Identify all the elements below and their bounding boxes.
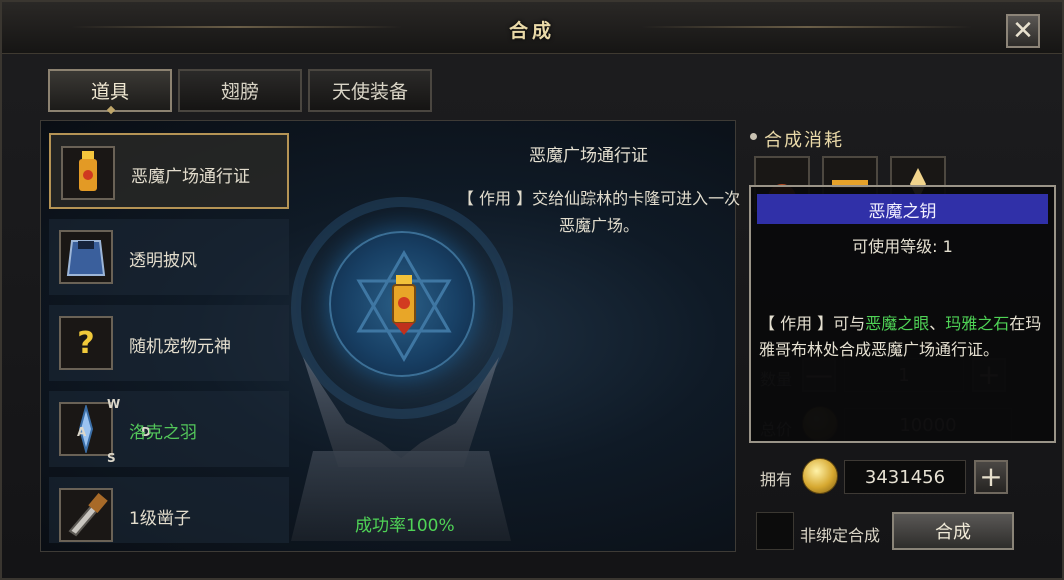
owned-gold-value: 3431456 (864, 466, 946, 488)
list-item[interactable]: ? 随机宠物元神 (49, 305, 289, 381)
item-tooltip: 恶魔之钥 可使用等级: 1 【 作用 】可与恶魔之眼、玛雅之石在玛雅哥布林处合成… (749, 185, 1056, 443)
list-item[interactable]: 恶魔广场通行证 (49, 133, 289, 209)
list-item[interactable]: 1级凿子 (49, 477, 289, 543)
plus-icon: + (979, 460, 1003, 493)
close-icon: ✕ (1012, 16, 1034, 46)
synthesize-button[interactable]: 合成 (892, 512, 1014, 550)
detail-description: 【 作用 】交给仙踪林的卡隆可进入一次恶魔广场。 (457, 189, 741, 235)
synthesize-button-label: 合成 (935, 522, 971, 543)
gold-coin-icon (802, 458, 838, 494)
chisel-icon (59, 488, 113, 542)
tab-wings[interactable]: 翅膀 (178, 69, 302, 112)
item-label: 洛克之羽 (129, 423, 197, 443)
owned-gold-field: 3431456 (844, 460, 966, 494)
magic-circle (329, 231, 475, 377)
tooltip-desc-prefix: 【 作用 】可与 (759, 314, 866, 333)
compass-west-label: A (77, 425, 87, 439)
pass-ticket-icon (392, 275, 416, 335)
unbound-synthesis-checkbox[interactable] (756, 512, 794, 550)
item-label: 恶魔广场通行证 (131, 167, 250, 187)
tab-label: 翅膀 (220, 81, 259, 103)
close-button[interactable]: ✕ (1006, 14, 1040, 48)
window-title: 合成 (508, 20, 555, 42)
detail-title: 恶魔广场通行证 (529, 146, 648, 166)
unbound-synthesis-label: 非绑定合成 (800, 526, 881, 545)
question-mark-icon: ? (59, 316, 113, 370)
tooltip-desc-separator: 、 (929, 314, 946, 333)
item-label: 随机宠物元神 (129, 337, 231, 357)
item-list: 恶魔广场通行证 透明披风 ? 随机宠物元神 W A D S 洛克之羽 1级凿子 (49, 129, 289, 543)
tooltip-highlight-stone: 玛雅之石 (945, 314, 1010, 333)
list-item[interactable]: 透明披风 (49, 219, 289, 295)
add-gold-button[interactable]: + (974, 460, 1008, 494)
ticket-scroll-icon (61, 146, 115, 200)
item-label: 透明披风 (129, 251, 197, 271)
active-tab-indicator (106, 105, 116, 115)
cape-icon (59, 230, 113, 284)
tab-label: 天使装备 (331, 81, 408, 103)
cost-title: 合成消耗 (764, 130, 844, 151)
owned-label: 拥有 (760, 470, 793, 489)
success-rate: 成功率100% (355, 516, 455, 536)
tooltip-level: 可使用等级: 1 (852, 237, 953, 256)
list-item[interactable]: W A D S 洛克之羽 (49, 391, 289, 467)
tab-angel-equipment[interactable]: 天使装备 (308, 69, 432, 112)
compass-south-label: S (107, 451, 116, 465)
compass-north-label: W (107, 397, 121, 411)
title-bar: 合成 ✕ (2, 2, 1062, 54)
tab-items[interactable]: 道具 (48, 69, 172, 115)
synthesis-main-panel: 恶魔广场通行证 透明披风 ? 随机宠物元神 W A D S 洛克之羽 1级凿子 … (40, 120, 740, 552)
synthesis-window: 合成 ✕ 道具 翅膀 天使装备 恶魔广场通行证 透明披风 ? 随机宠物元神 W … (0, 0, 1064, 580)
tab-label: 道具 (90, 81, 129, 103)
item-label: 1级凿子 (129, 509, 191, 529)
bullet-icon (750, 133, 757, 140)
tooltip-highlight-eye: 恶魔之眼 (865, 314, 930, 333)
tooltip-item-name: 恶魔之钥 (757, 194, 1048, 224)
tooltip-description: 【 作用 】可与恶魔之眼、玛雅之石在玛雅哥布林处合成恶魔广场通行证。 (759, 311, 1051, 363)
